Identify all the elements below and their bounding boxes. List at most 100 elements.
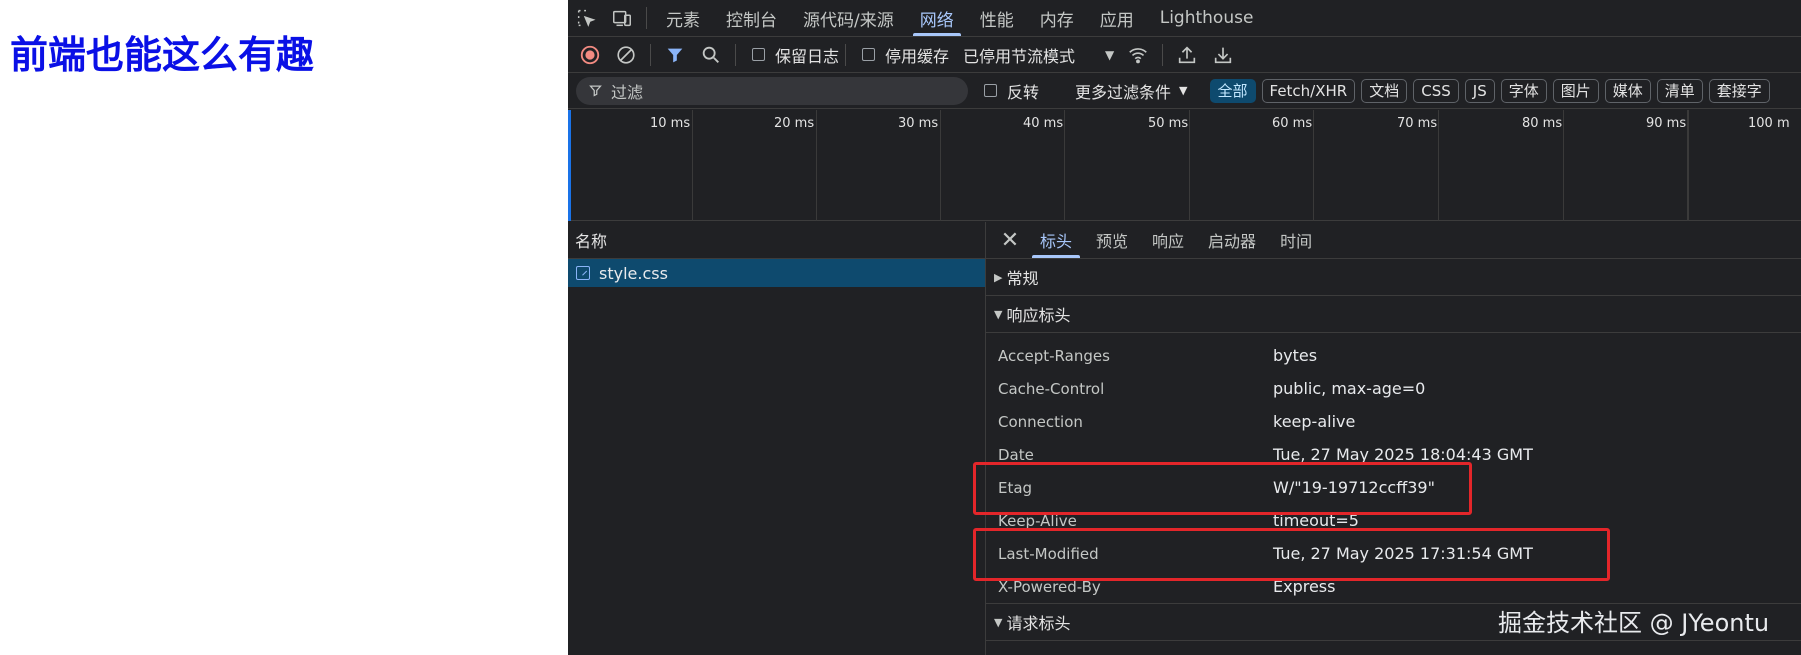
watermark: 掘金技术社区 @ JYeontu (1498, 609, 1770, 637)
divider (845, 43, 847, 66)
tab-elements[interactable]: 元素 (653, 0, 713, 36)
checkbox-box[interactable] (984, 84, 997, 97)
record-stop-icon[interactable] (572, 38, 608, 72)
header-name: Accept-Ranges (998, 346, 1110, 365)
tab-console[interactable]: 控制台 (713, 0, 790, 36)
filter-type-css[interactable]: CSS (1413, 78, 1459, 103)
divider (646, 7, 647, 29)
divider (1162, 43, 1164, 66)
filter-input[interactable]: 过滤 (576, 76, 968, 105)
checkbox-box[interactable] (862, 48, 876, 61)
import-har-icon[interactable] (1169, 38, 1205, 72)
triangle-down-icon: ▼ (994, 307, 1003, 321)
throttling-select[interactable]: 已停用节流模式 ▼ (963, 43, 1114, 67)
tab-lighthouse[interactable]: Lighthouse (1147, 0, 1267, 36)
timeline-tick-label: 40 ms (1023, 116, 1064, 131)
filter-type-fetch-xhr[interactable]: Fetch/XHR (1261, 78, 1356, 103)
header-name: Cache-Control (998, 379, 1105, 398)
timeline-overview[interactable]: 10 ms 20 ms 30 ms 40 ms 50 ms 60 ms 70 m… (568, 110, 1801, 221)
tab-initiator[interactable]: 启动器 (1196, 222, 1268, 258)
section-title: 常规 (1006, 269, 1039, 288)
filter-bar: 过滤 反转 更多过滤条件 ▼ 全部 Fetch/XHR 文档 CSS JS 字体… (568, 73, 1801, 109)
inspect-element-icon[interactable] (568, 0, 604, 36)
tab-network[interactable]: 网络 (907, 0, 967, 36)
section-title: 请求标头 (1006, 614, 1071, 633)
divider (735, 43, 736, 66)
timeline-tick (692, 110, 693, 221)
filter-type-manifest[interactable]: 清单 (1656, 78, 1703, 103)
disable-cache-label: 停用缓存 (885, 46, 950, 66)
timeline-tick (1313, 110, 1314, 221)
filter-icon[interactable] (657, 38, 693, 72)
timeline-marker[interactable] (568, 110, 571, 221)
filter-type-doc[interactable]: 文档 (1361, 78, 1408, 103)
timeline-tick (940, 110, 941, 221)
header-value: public, max-age=0 (1273, 379, 1426, 398)
checkbox-box[interactable] (752, 48, 765, 61)
etag-highlight-box (973, 462, 1472, 515)
last-modified-highlight-box (973, 528, 1610, 581)
header-name: Connection (998, 412, 1083, 431)
tab-response[interactable]: 响应 (1140, 222, 1196, 258)
throttling-value: 已停用节流模式 (963, 46, 1076, 66)
more-filters-dropdown[interactable]: 更多过滤条件 ▼ (1075, 79, 1187, 103)
caret-down-icon: ▼ (1105, 47, 1115, 62)
network-toolbar: 保留日志 停用缓存 已停用节流模式 ▼ (568, 37, 1801, 73)
timeline-tick-label: 70 ms (1397, 116, 1438, 131)
response-headers-section-toggle[interactable]: ▼ 响应标头 (986, 296, 1801, 333)
timeline-tick-label: 10 ms (650, 116, 691, 131)
header-value: bytes (1273, 346, 1318, 365)
export-har-icon[interactable] (1205, 38, 1241, 72)
timeline-tick-label: 60 ms (1272, 116, 1313, 131)
tab-application[interactable]: 应用 (1087, 0, 1147, 36)
name-column-header[interactable]: 名称 (568, 222, 985, 259)
timeline-tick (816, 110, 817, 221)
close-icon[interactable]: ✕ (992, 222, 1028, 258)
timeline-tick (1189, 110, 1190, 221)
request-row[interactable]: style.css (568, 259, 985, 287)
request-list: 名称 style.css (568, 222, 986, 655)
timeline-tick-label: 20 ms (774, 116, 815, 131)
timeline-tick-label: 30 ms (898, 116, 939, 131)
clear-icon[interactable] (608, 38, 644, 72)
timeline-tick (1064, 110, 1065, 221)
header-row: Accept-Ranges bytes (986, 339, 1801, 372)
preserve-log-checkbox[interactable]: 保留日志 (752, 43, 839, 67)
triangle-right-icon: ▶ (994, 270, 1003, 284)
search-icon[interactable] (693, 38, 729, 72)
tab-memory[interactable]: 内存 (1027, 0, 1087, 36)
divider (650, 43, 651, 66)
stylesheet-file-icon (576, 266, 590, 280)
filter-type-media[interactable]: 媒体 (1604, 78, 1651, 103)
request-details: ✕ 标头 预览 响应 启动器 时间 ▶ 常规 ▼ 响应标头 Accept-Ran… (986, 222, 1801, 655)
filter-type-font[interactable]: 字体 (1500, 78, 1547, 103)
filter-type-js[interactable]: JS (1464, 78, 1495, 103)
timeline-tick-label: 50 ms (1148, 116, 1189, 131)
tab-sources[interactable]: 源代码/来源 (790, 0, 907, 36)
tab-headers[interactable]: 标头 (1028, 222, 1084, 258)
filter-funnel-icon (589, 85, 602, 97)
tab-performance[interactable]: 性能 (967, 0, 1027, 36)
filter-type-socket[interactable]: 套接字 (1708, 78, 1770, 103)
header-name: Date (998, 445, 1034, 464)
header-row: Connection keep-alive (986, 405, 1801, 438)
device-toolbar-icon[interactable] (604, 0, 640, 36)
disable-cache-checkbox[interactable]: 停用缓存 (862, 43, 949, 67)
tab-preview[interactable]: 预览 (1084, 222, 1140, 258)
devtools-main-tabs: 元素 控制台 源代码/来源 网络 性能 内存 应用 Lighthouse (568, 0, 1801, 37)
invert-checkbox[interactable]: 反转 (984, 79, 1039, 103)
general-section-toggle[interactable]: ▶ 常规 (986, 259, 1801, 296)
timeline-tick-label: 90 ms (1646, 116, 1687, 131)
filter-type-img[interactable]: 图片 (1552, 78, 1599, 103)
tab-timing[interactable]: 时间 (1268, 222, 1324, 258)
page-title: 前端也能这么有趣 (10, 33, 315, 77)
network-conditions-icon[interactable] (1120, 38, 1156, 72)
more-filters-label: 更多过滤条件 (1075, 82, 1172, 102)
timeline-tick-label: 80 ms (1522, 116, 1563, 131)
filter-type-all[interactable]: 全部 (1209, 78, 1256, 103)
timeline-tick (1563, 110, 1564, 221)
preserve-log-label: 保留日志 (775, 46, 840, 66)
timeline-tick (1688, 110, 1689, 221)
page-area: 前端也能这么有趣 (0, 0, 568, 655)
filter-placeholder: 过滤 (611, 82, 644, 102)
